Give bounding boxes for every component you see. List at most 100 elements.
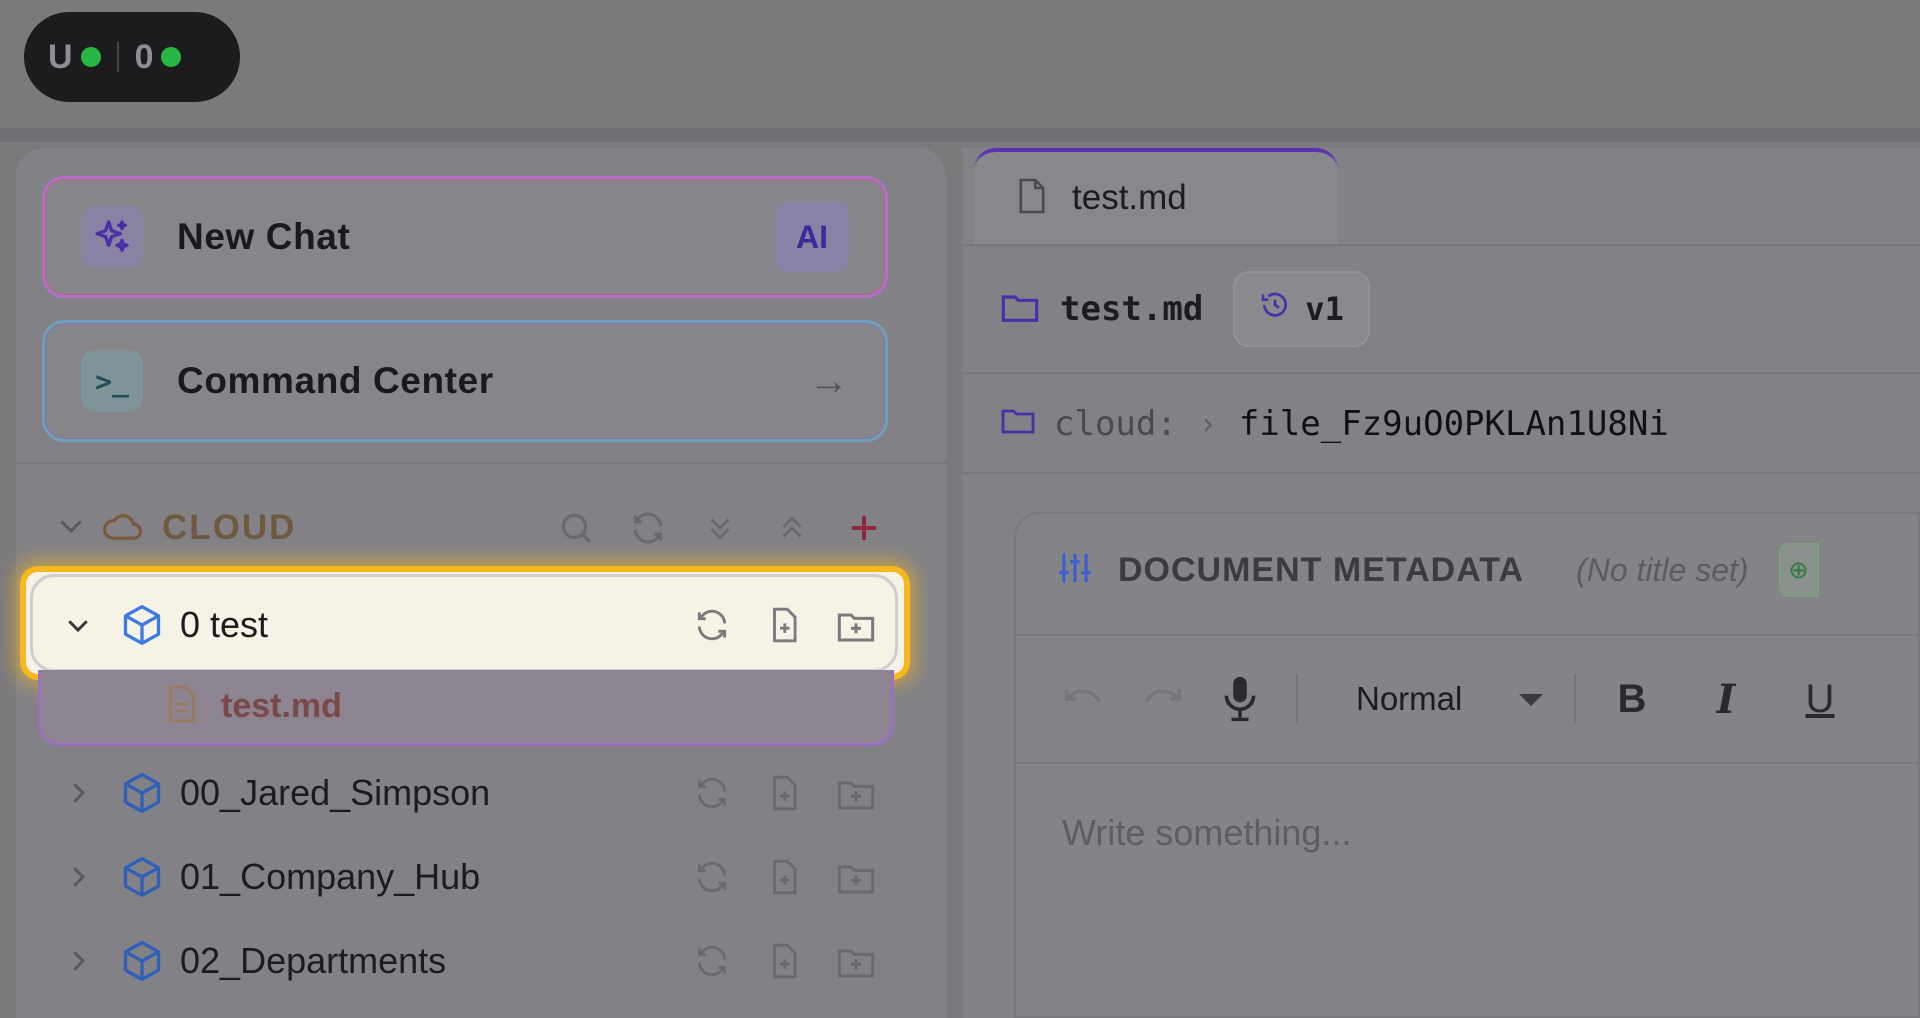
document-title: test.md	[1060, 289, 1204, 329]
bold-button[interactable]: B	[1604, 671, 1660, 727]
chevron-right-icon[interactable]	[56, 778, 100, 808]
status-zero-dot	[161, 47, 182, 67]
metadata-divider	[1014, 634, 1920, 636]
breadcrumb-separator: ›	[1198, 406, 1217, 442]
text-style-select[interactable]: Normal	[1326, 671, 1546, 727]
version-label: v1	[1305, 290, 1344, 328]
status-u-dot	[80, 47, 101, 67]
editor-toolbar: Normal B I U	[1056, 666, 1920, 732]
status-zero-label: 0	[134, 37, 154, 76]
file-icon	[165, 684, 199, 729]
tree-item-01-company-hub[interactable]: 01_Company_Hub	[56, 839, 886, 915]
new-file-icon[interactable]	[762, 771, 806, 815]
toolbar-separator	[1574, 674, 1576, 724]
tab-test-md[interactable]: test.md	[974, 148, 1338, 244]
italic-button[interactable]: I	[1698, 671, 1754, 727]
microphone-icon[interactable]	[1212, 671, 1268, 727]
command-center-label: Command Center	[177, 360, 494, 401]
new-file-icon[interactable]	[762, 603, 806, 647]
cube-icon	[118, 853, 166, 901]
tree-item-label: 01_Company_Hub	[180, 856, 481, 897]
row-tools	[690, 939, 878, 983]
history-icon	[1259, 289, 1291, 329]
new-file-icon[interactable]	[762, 939, 806, 983]
search-icon[interactable]	[554, 506, 598, 550]
sparkles-icon	[81, 206, 143, 268]
sync-icon[interactable]	[690, 771, 734, 815]
sync-icon[interactable]	[690, 855, 734, 899]
file-icon	[1016, 176, 1048, 221]
title-divider	[962, 372, 1920, 374]
chevron-right-icon[interactable]	[56, 862, 100, 892]
undo-icon[interactable]	[1056, 671, 1112, 727]
folder-icon	[1000, 404, 1036, 444]
new-chat-button[interactable]: New Chat AI	[42, 176, 888, 298]
new-chat-label: New Chat	[177, 216, 351, 257]
expand-all-icon[interactable]	[698, 506, 742, 550]
cloud-icon	[102, 509, 144, 548]
sliders-icon	[1056, 549, 1094, 592]
sync-icon[interactable]	[690, 939, 734, 983]
toolbar-divider	[1014, 762, 1920, 764]
cube-icon	[118, 601, 166, 649]
toolbar-separator	[1296, 674, 1298, 724]
cube-icon	[118, 769, 166, 817]
chevron-down-icon[interactable]	[56, 511, 86, 546]
add-icon[interactable]	[842, 506, 886, 550]
redo-icon[interactable]	[1134, 671, 1190, 727]
metadata-title: DOCUMENT METADATA	[1118, 550, 1525, 589]
new-folder-icon[interactable]	[834, 939, 878, 983]
new-folder-icon[interactable]	[834, 603, 878, 647]
new-folder-icon[interactable]	[834, 771, 878, 815]
breadcrumb-root[interactable]: cloud:	[1054, 404, 1177, 444]
sync-icon[interactable]	[690, 603, 734, 647]
document-title-row: test.md v1	[1000, 270, 1370, 348]
connection-status-pill[interactable]: U 0	[24, 12, 240, 102]
caret-down-icon	[1516, 680, 1546, 718]
cloud-section-tools	[554, 506, 886, 550]
chevron-down-icon[interactable]	[56, 610, 100, 640]
row-tools	[690, 603, 878, 647]
row-tools	[690, 855, 878, 899]
breadcrumb: cloud: › file_Fz9uO0PKLAn1U8Ni	[1000, 398, 1669, 450]
globe-icon[interactable]: ⊕	[1778, 543, 1819, 597]
tree-item-02-departments[interactable]: 02_Departments	[56, 923, 886, 999]
text-style-value: Normal	[1356, 680, 1463, 717]
topbar-divider	[0, 128, 1920, 142]
tree-item-label: 02_Departments	[180, 940, 447, 981]
tree-item-label: 00_Jared_Simpson	[180, 772, 491, 813]
chevron-right-icon[interactable]	[56, 946, 100, 976]
refresh-icon[interactable]	[626, 506, 670, 550]
sidebar-divider	[16, 462, 946, 464]
breadcrumb-file: file_Fz9uO0PKLAn1U8Ni	[1238, 404, 1669, 444]
terminal-icon: >_	[81, 350, 143, 412]
status-separator	[116, 42, 119, 72]
path-divider	[962, 472, 1920, 474]
folder-icon	[1000, 290, 1040, 329]
status-u: U	[48, 38, 101, 77]
underline-button[interactable]: U	[1792, 671, 1848, 727]
command-center-button[interactable]: >_ Command Center →	[42, 320, 888, 442]
cloud-section-title: CLOUD	[162, 508, 297, 547]
status-zero: 0	[135, 38, 182, 77]
arrow-right-icon: →	[809, 358, 849, 403]
new-folder-icon[interactable]	[834, 855, 878, 899]
cloud-section-header: CLOUD	[56, 500, 886, 556]
document-metadata-header[interactable]: DOCUMENT METADATA (No title set) ⊕	[1056, 543, 1920, 597]
ai-badge: AI	[775, 202, 849, 272]
metadata-subtitle: (No title set)	[1576, 551, 1749, 588]
editor-placeholder[interactable]: Write something...	[1062, 812, 1351, 854]
row-tools	[690, 771, 878, 815]
cube-icon	[118, 937, 166, 985]
status-u-label: U	[48, 37, 73, 76]
new-file-icon[interactable]	[762, 855, 806, 899]
tree-file-test-md[interactable]: test.md	[38, 670, 894, 746]
tabbar-divider	[962, 244, 1920, 246]
tree-item-00-jared-simpson[interactable]: 00_Jared_Simpson	[56, 755, 886, 831]
file-name: test.md	[221, 687, 342, 725]
tab-label: test.md	[1072, 178, 1187, 217]
collapse-all-icon[interactable]	[770, 506, 814, 550]
tree-item-0-test[interactable]: 0 test	[56, 587, 886, 663]
version-history-button[interactable]: v1	[1233, 271, 1370, 347]
tree-item-label: 0 test	[180, 604, 269, 645]
